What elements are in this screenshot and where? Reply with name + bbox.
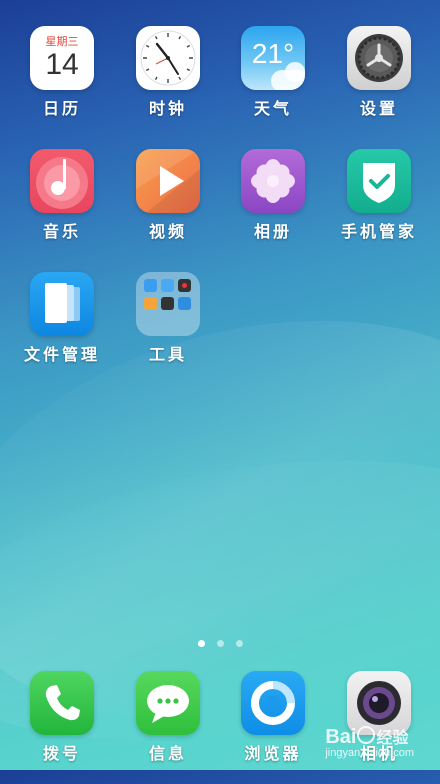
chat-bubble-icon bbox=[136, 671, 200, 735]
app-label: 相册 bbox=[253, 222, 292, 241]
app-label: 时钟 bbox=[148, 99, 187, 118]
play-icon bbox=[136, 149, 200, 213]
mail-mini-icon bbox=[161, 279, 174, 292]
gear-icon bbox=[347, 26, 411, 90]
calendar-weekday: 星期三 bbox=[45, 35, 79, 48]
app-tools-folder[interactable]: 工具 bbox=[118, 272, 218, 365]
app-label: 天气 bbox=[253, 99, 292, 118]
notes-mini-icon bbox=[178, 297, 191, 310]
clock-icon bbox=[136, 26, 200, 90]
calculator-mini-icon bbox=[144, 297, 157, 310]
page-indicator bbox=[0, 632, 440, 651]
compass-mini-icon bbox=[161, 297, 174, 310]
app-label: 设置 bbox=[359, 99, 398, 118]
app-label: 信息 bbox=[148, 744, 187, 763]
flower-icon bbox=[241, 149, 305, 213]
folder-icon bbox=[136, 272, 200, 336]
phone-icon bbox=[30, 671, 94, 735]
app-label: 浏览器 bbox=[244, 744, 302, 763]
watermark-brand: Bai bbox=[325, 726, 357, 748]
app-video[interactable]: 视频 bbox=[118, 149, 218, 242]
browser-icon bbox=[241, 671, 305, 735]
shield-check-icon bbox=[347, 149, 411, 213]
app-label: 拨号 bbox=[42, 744, 81, 763]
app-label: 音乐 bbox=[42, 222, 81, 241]
paw-icon bbox=[357, 726, 376, 744]
music-note-icon bbox=[30, 149, 94, 213]
app-photos[interactable]: 相册 bbox=[223, 149, 323, 242]
app-weather[interactable]: 21° 天气 bbox=[223, 26, 323, 119]
file-stack-icon bbox=[30, 272, 94, 336]
baidu-jingyan-watermark: Bai 经验 jingyan.baidu.com bbox=[325, 724, 414, 759]
dock-dialer[interactable]: 拨号 bbox=[12, 671, 112, 764]
app-settings[interactable]: 设置 bbox=[329, 26, 429, 119]
app-label: 视频 bbox=[148, 222, 187, 241]
dock-messages[interactable]: 信息 bbox=[118, 671, 218, 764]
app-phone-manager[interactable]: 手机管家 bbox=[329, 149, 429, 242]
app-file-manager[interactable]: 文件管理 bbox=[12, 272, 112, 365]
page-dot[interactable] bbox=[216, 640, 224, 647]
app-label: 文件管理 bbox=[23, 345, 100, 364]
app-calendar[interactable]: 星期三 14 日历 bbox=[12, 26, 112, 119]
watermark-url: jingyan.baidu.com bbox=[325, 747, 414, 759]
app-music[interactable]: 音乐 bbox=[12, 149, 112, 242]
calendar-icon: 星期三 14 bbox=[30, 26, 94, 90]
page-dot[interactable] bbox=[235, 640, 243, 647]
recorder-mini-icon bbox=[178, 279, 191, 292]
weather-icon: 21° bbox=[241, 26, 305, 90]
contacts-mini-icon bbox=[144, 279, 157, 292]
app-label: 工具 bbox=[148, 345, 187, 364]
app-label: 手机管家 bbox=[340, 222, 417, 241]
app-clock[interactable]: 时钟 bbox=[118, 26, 218, 119]
watermark-brand-suffix: 经验 bbox=[376, 730, 409, 747]
dock-browser[interactable]: 浏览器 bbox=[223, 671, 323, 764]
page-dot[interactable] bbox=[197, 640, 205, 647]
app-label: 日历 bbox=[42, 99, 81, 118]
calendar-day: 14 bbox=[45, 48, 79, 81]
